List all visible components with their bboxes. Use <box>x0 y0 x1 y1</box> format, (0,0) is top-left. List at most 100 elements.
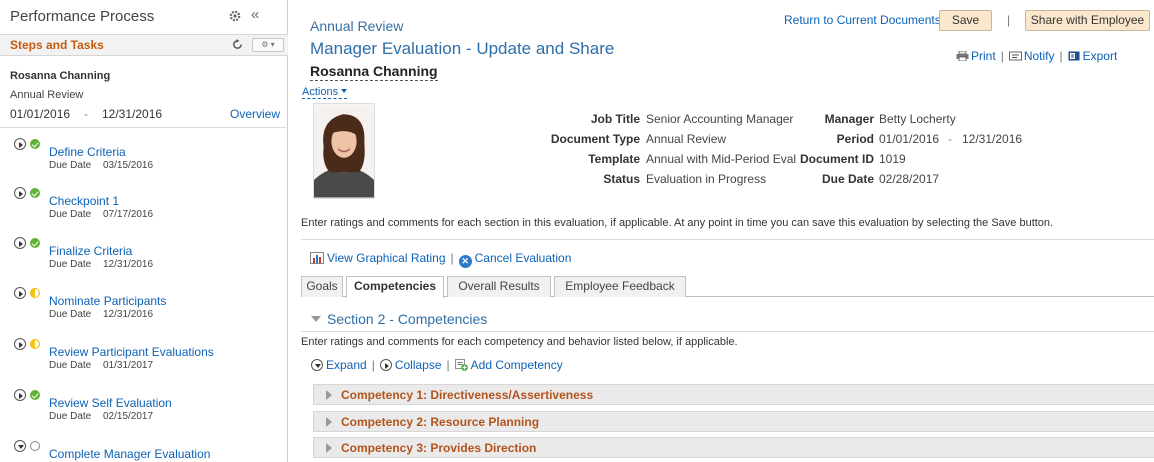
expand-task-icon[interactable] <box>14 389 26 401</box>
due-value: 01/31/2017 <box>103 360 154 371</box>
task-link[interactable]: Checkpoint 1 <box>49 194 119 208</box>
due-value: 07/17/2016 <box>103 209 154 220</box>
export-icon <box>1068 51 1080 61</box>
actions-menu[interactable]: Actions <box>302 86 348 99</box>
add-competency-link[interactable]: Add Competency <box>471 358 563 372</box>
employee-photo <box>313 103 375 199</box>
competency-title: Competency 1: Directiveness/Assertivenes… <box>341 388 594 402</box>
section-header[interactable]: Section 2 - Competencies <box>311 311 487 327</box>
due-value: 12/31/2016 <box>103 309 154 320</box>
expand-task-icon[interactable] <box>14 187 26 199</box>
task-finalize-criteria: Finalize Criteria Due Date 12/31/2016 <box>14 237 284 277</box>
job-title-label: Job Title <box>590 112 640 126</box>
expand-row-icon <box>326 390 332 400</box>
task-link[interactable]: Complete Manager Evaluation <box>49 447 210 461</box>
due-label: Due Date <box>49 209 92 220</box>
document-type-value: Annual Review <box>646 132 727 146</box>
separator: | <box>1000 49 1004 63</box>
cancel-icon: ✕ <box>458 255 472 268</box>
print-link[interactable]: Print <box>971 49 996 63</box>
expand-link[interactable]: Expand <box>326 358 367 372</box>
date-dash: - <box>84 107 88 121</box>
complete-status-icon <box>30 139 40 149</box>
tab-goals[interactable]: Goals <box>301 276 343 297</box>
expand-row-icon <box>326 443 332 453</box>
left-panel: Performance Process « Steps and Tasks ⚙ … <box>0 0 288 462</box>
competency-row[interactable]: Competency 1: Directiveness/Assertivenes… <box>313 384 1154 405</box>
due-date-value: 02/28/2017 <box>879 172 940 186</box>
not-started-status-icon <box>30 441 40 451</box>
chevron-down-icon <box>341 89 348 93</box>
save-button[interactable]: Save <box>939 10 992 31</box>
expand-task-icon[interactable] <box>14 287 26 299</box>
task-due: Due Date 12/31/2016 <box>49 309 153 320</box>
evaluation-instructions: Enter ratings and comments for each sect… <box>301 217 1054 229</box>
template-label: Template <box>588 152 640 166</box>
separator: | <box>1007 13 1011 27</box>
steps-bar: Steps and Tasks ⚙ ▾ <box>0 35 288 56</box>
view-graphical-rating-link[interactable]: View Graphical Rating <box>327 251 446 265</box>
task-due: Due Date 07/17/2016 <box>49 209 153 220</box>
due-label: Due Date <box>49 160 92 171</box>
task-review-participant-evaluations: Review Participant Evaluations Due Date 0… <box>14 338 284 378</box>
task-link[interactable]: Nominate Participants <box>49 294 166 308</box>
task-due: Due Date 01/31/2017 <box>49 360 153 371</box>
graph-icon <box>310 252 324 264</box>
tab-competencies[interactable]: Competencies <box>346 276 444 298</box>
export-link[interactable]: Export <box>1083 49 1118 63</box>
due-value: 03/15/2016 <box>103 160 154 171</box>
task-link[interactable]: Review Self Evaluation <box>49 396 172 410</box>
person-name: Rosanna Channing <box>10 70 111 82</box>
share-with-employee-button[interactable]: Share with Employee <box>1025 10 1150 31</box>
return-to-current-documents-link[interactable]: Return to Current Documents <box>784 13 941 27</box>
notify-icon <box>1008 51 1022 61</box>
collapse-section-icon <box>311 316 321 322</box>
main-content: Annual Review Return to Current Document… <box>289 0 1154 462</box>
manager-label: Manager <box>824 112 874 126</box>
in-progress-status-icon <box>30 288 40 298</box>
task-link[interactable]: Define Criteria <box>49 145 126 159</box>
left-panel-header: Performance Process « <box>0 0 287 35</box>
expand-task-icon[interactable] <box>14 338 26 350</box>
period-to: 12/31/2016 <box>962 132 1023 146</box>
competency-row[interactable]: Competency 2: Resource Planning <box>313 411 1154 432</box>
breadcrumb: Annual Review <box>310 18 404 34</box>
expand-row-icon <box>326 417 332 427</box>
add-icon <box>454 359 468 371</box>
competency-row[interactable]: Competency 3: Provides Direction <box>313 437 1154 458</box>
task-link[interactable]: Finalize Criteria <box>49 244 132 258</box>
date-from: 01/01/2016 <box>10 107 71 121</box>
expand-task-icon[interactable] <box>14 138 26 150</box>
page-title: Manager Evaluation - Update and Share <box>310 39 615 58</box>
expand-task-icon[interactable] <box>14 237 26 249</box>
collapse-task-icon[interactable] <box>14 440 26 452</box>
overview-link[interactable]: Overview <box>230 107 280 121</box>
status-label: Status <box>603 172 640 186</box>
divider <box>301 331 1154 332</box>
separator: | <box>450 251 454 265</box>
task-link[interactable]: Review Participant Evaluations <box>49 345 214 359</box>
task-define-criteria: Define Criteria Due Date 03/15/2016 <box>14 138 284 178</box>
divider <box>0 127 288 128</box>
collapse-panel-icon[interactable]: « <box>251 6 259 23</box>
task-complete-manager-evaluation: Complete Manager Evaluation <box>14 440 284 462</box>
cancel-evaluation-link[interactable]: Cancel Evaluation <box>475 251 572 265</box>
gear-icon[interactable] <box>229 10 241 22</box>
options-menu-button[interactable]: ⚙ ▾ <box>252 38 284 52</box>
task-due: Due Date 03/15/2016 <box>49 160 153 171</box>
complete-status-icon <box>30 188 40 198</box>
complete-status-icon <box>30 238 40 248</box>
notify-link[interactable]: Notify <box>1024 49 1055 63</box>
document-type-label: Document Type <box>550 132 640 146</box>
task-review-self-evaluation: Review Self Evaluation Due Date 02/15/201… <box>14 389 284 429</box>
tab-employee-feedback[interactable]: Employee Feedback <box>554 276 686 297</box>
due-label: Due Date <box>49 360 92 371</box>
document-info-left: Job Title Senior Accounting Manager Docu… <box>389 112 796 192</box>
refresh-icon[interactable] <box>232 39 243 50</box>
document-type: Annual Review <box>10 89 84 101</box>
employee-name[interactable]: Rosanna Channing <box>310 63 438 81</box>
tab-overall-results[interactable]: Overall Results <box>447 276 551 297</box>
separator: | <box>446 358 450 372</box>
separator: | <box>1059 49 1063 63</box>
collapse-link[interactable]: Collapse <box>395 358 442 372</box>
